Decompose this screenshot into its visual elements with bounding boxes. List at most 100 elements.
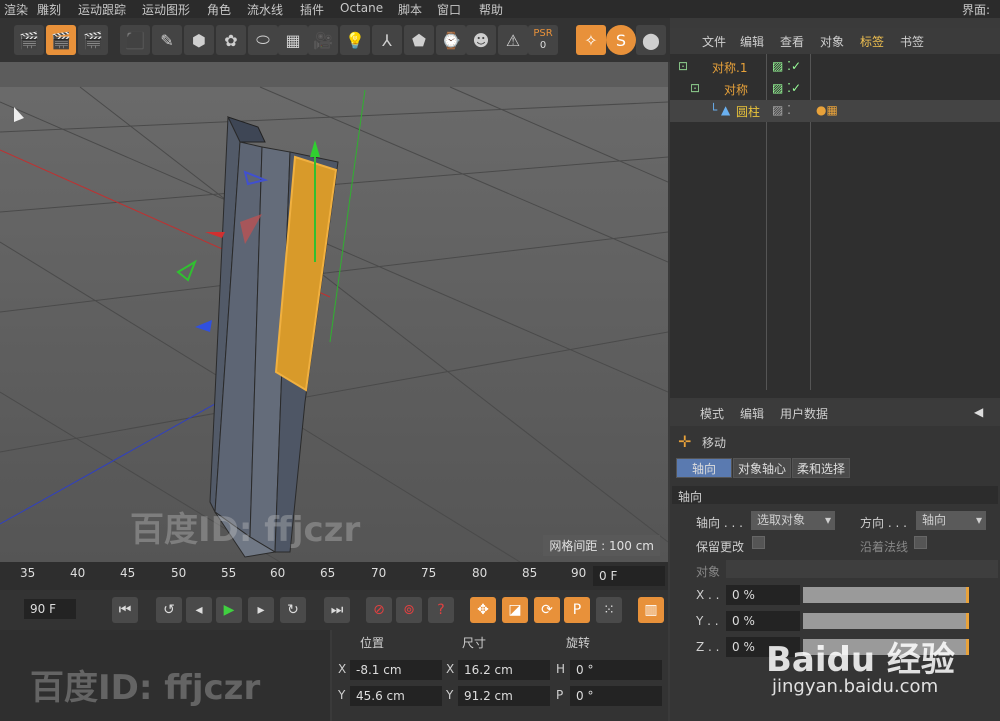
param-key-icon[interactable]: P	[564, 597, 590, 623]
main-toolbar: 🎬 🎬 🎬 ⬛ ✎ ⬢ ✿ ⬭ ▦ 🎥 💡 ⅄ ⬟ ⌚ ☻ ⚠ PSR 0 ✧ …	[0, 18, 670, 62]
size-x-field[interactable]: 16.2 cm	[458, 660, 550, 680]
menu-script[interactable]: 脚本	[398, 1, 422, 18]
timeline-tick: 65	[320, 566, 336, 580]
timeline-icon[interactable]: ⌚	[436, 25, 466, 55]
cylinder-icon: └ ▲	[710, 103, 731, 117]
chevron-down-icon: ▾	[824, 513, 831, 527]
axis-dropdown[interactable]: 选取对象 ▾	[751, 511, 835, 530]
next-frame-icon[interactable]: ▸	[248, 597, 274, 623]
y-slider[interactable]	[803, 613, 969, 629]
deformer-icon[interactable]: ⬭	[248, 25, 278, 55]
render-region-icon[interactable]: 🎬	[46, 25, 76, 55]
object-row-symmetry-1[interactable]: ⊡ 对称.1 ▨ ⁚✓	[670, 56, 1000, 78]
menu-character[interactable]: 角色	[207, 1, 231, 18]
pos-y-field[interactable]: 45.6 cm	[350, 686, 442, 706]
chevron-down-icon: ▾	[975, 513, 982, 527]
x-value-field[interactable]: 0 %	[726, 585, 800, 605]
pos-x-label: X	[338, 662, 347, 676]
go-to-end-icon[interactable]: ⏭	[324, 597, 350, 623]
back-arrow-icon[interactable]: ◀	[974, 405, 983, 419]
timeline-tick: 80	[472, 566, 488, 580]
y-value-field[interactable]: 0 %	[726, 611, 800, 631]
subtab-object-axis[interactable]: 对象轴心	[733, 458, 791, 478]
pla-key-icon[interactable]: ⁙	[596, 597, 622, 623]
y-slider-handle[interactable]	[966, 613, 969, 629]
axis-icon[interactable]: ⚠	[498, 25, 528, 55]
current-frame-field[interactable]: 0 F	[593, 566, 665, 586]
size-x-label: X	[446, 662, 455, 676]
visibility-icon[interactable]: ▨ ⁚	[772, 103, 791, 117]
along-normal-checkbox[interactable]	[914, 536, 927, 549]
cloner-icon[interactable]: ✿	[216, 25, 246, 55]
light-icon[interactable]: 💡	[340, 25, 370, 55]
subdivision-icon[interactable]: ⬢	[184, 25, 214, 55]
rotate-key-icon[interactable]: ⟳	[534, 597, 560, 623]
prev-key-icon[interactable]: ↺	[156, 597, 182, 623]
render-view-icon[interactable]: 🎬	[14, 25, 44, 55]
cube-icon[interactable]: ⬛	[120, 25, 150, 55]
timeline-ruler[interactable]: 35 40 45 50 55 60 65 70 75 80 85 90 0 F	[0, 562, 668, 590]
render-settings-icon[interactable]: 🎬	[78, 25, 108, 55]
x-slider-handle[interactable]	[966, 587, 969, 603]
menu-plugins[interactable]: 插件	[300, 1, 324, 18]
x-slider[interactable]	[803, 587, 969, 603]
menu-help[interactable]: 帮助	[479, 1, 503, 18]
3d-viewport[interactable]: 网格间距 : 100 cm 百度ID: ffjczr	[0, 62, 668, 562]
om-menu-tags[interactable]: 标签	[860, 33, 884, 50]
rot-h-field[interactable]: 0 °	[570, 660, 662, 680]
film-strip-icon[interactable]: ▥	[638, 597, 664, 623]
autokey-icon[interactable]: ⊚	[396, 597, 422, 623]
object-row-symmetry[interactable]: ⊡ 对称 ▨ ⁚✓	[670, 78, 1000, 100]
go-to-start-icon[interactable]: ⏮	[112, 597, 138, 623]
end-frame-field[interactable]: 90 F	[24, 599, 76, 619]
pen-icon[interactable]: ✎	[152, 25, 182, 55]
keep-changes-checkbox[interactable]	[752, 536, 765, 549]
octane-icon[interactable]: ⬤	[636, 25, 666, 55]
menu-window[interactable]: 窗口	[437, 1, 461, 18]
pos-x-field[interactable]: -8.1 cm	[350, 660, 442, 680]
menu-sculpt[interactable]: 雕刻	[37, 1, 61, 18]
am-menu-edit[interactable]: 编辑	[740, 405, 764, 422]
om-menu-edit[interactable]: 编辑	[740, 33, 764, 50]
play-icon[interactable]: ▶	[216, 597, 242, 623]
floor-icon[interactable]: ▦	[278, 25, 308, 55]
visibility-check-icon[interactable]: ▨ ⁚✓	[772, 81, 801, 95]
visibility-check-icon[interactable]: ▨ ⁚✓	[772, 59, 801, 73]
next-key-icon[interactable]: ↻	[280, 597, 306, 623]
om-menu-view[interactable]: 查看	[780, 33, 804, 50]
object-row-cylinder[interactable]: └ ▲ 圆柱 ▨ ⁚ ●▦	[670, 100, 1000, 122]
psr-button[interactable]: PSR 0	[528, 25, 558, 55]
rot-p-field[interactable]: 0 °	[570, 686, 662, 706]
menu-octane[interactable]: Octane	[340, 1, 383, 15]
om-menu-object[interactable]: 对象	[820, 33, 844, 50]
scale-key-icon[interactable]: ◪	[502, 597, 528, 623]
timeline-tick: 85	[522, 566, 538, 580]
subtab-axis[interactable]: 轴向	[676, 458, 732, 478]
size-y-field[interactable]: 91.2 cm	[458, 686, 550, 706]
joint-icon[interactable]: ⅄	[372, 25, 402, 55]
timeline-tick: 70	[371, 566, 387, 580]
xyz-lock-icon[interactable]: ☻	[466, 25, 496, 55]
menu-motion-tracking[interactable]: 运动跟踪	[78, 1, 126, 18]
om-menu-file[interactable]: 文件	[702, 33, 726, 50]
object-link-field[interactable]	[726, 560, 998, 578]
tag-icon[interactable]: ⬟	[404, 25, 434, 55]
move-key-icon[interactable]: ✥	[470, 597, 496, 623]
menu-render[interactable]: 渲染	[4, 1, 28, 18]
direction-dropdown[interactable]: 轴向 ▾	[916, 511, 986, 530]
material-tag-icon[interactable]: ●▦	[816, 103, 838, 117]
record-key-icon[interactable]: ⊘	[366, 597, 392, 623]
prev-frame-icon[interactable]: ◂	[186, 597, 212, 623]
menu-mograph[interactable]: 运动图形	[142, 1, 190, 18]
am-menu-userdata[interactable]: 用户数据	[780, 405, 828, 422]
snap-icon[interactable]: ✧	[576, 25, 606, 55]
subtab-soft-selection[interactable]: 柔和选择	[792, 458, 850, 478]
s-plugin-icon[interactable]: S	[606, 25, 636, 55]
z-slider-handle[interactable]	[966, 639, 969, 655]
om-menu-bookmarks[interactable]: 书签	[900, 33, 924, 50]
keyframe-help-icon[interactable]: ?	[428, 597, 454, 623]
camera-icon[interactable]: 🎥	[308, 25, 338, 55]
menu-pipeline[interactable]: 流水线	[247, 1, 283, 18]
rot-p-label: P	[556, 688, 564, 702]
am-menu-mode[interactable]: 模式	[700, 405, 724, 422]
